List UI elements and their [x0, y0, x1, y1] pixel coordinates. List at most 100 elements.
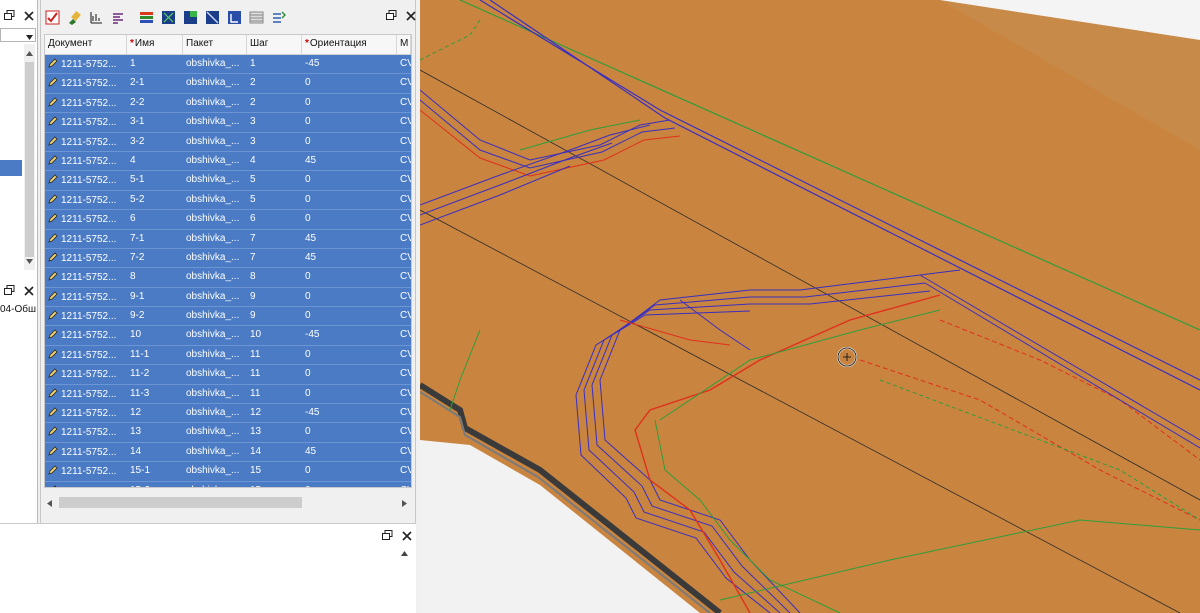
table-cell-name[interactable]: 14	[127, 443, 183, 461]
table-cell-name[interactable]: 7-2	[127, 249, 183, 267]
table-cell-step[interactable]: 11	[247, 365, 302, 383]
table-cell-m[interactable]: CV	[397, 462, 411, 480]
table-row[interactable]: 1211-5752... 3-1 obshivka_... 3 0 CV	[45, 113, 411, 133]
table-cell-doc[interactable]: 1211-5752...	[45, 268, 127, 286]
scroll-down-icon[interactable]	[26, 256, 33, 267]
table-cell-orient[interactable]: 0	[302, 307, 397, 325]
column-header[interactable]: *Имя	[127, 35, 183, 54]
table-cell-orient[interactable]: 0	[302, 462, 397, 480]
scroll-up-icon[interactable]	[401, 548, 408, 559]
table-cell-name[interactable]: 4	[127, 152, 183, 170]
table-cell-pkg[interactable]: obshivka_...	[183, 443, 247, 461]
table-cell-name[interactable]: 3-2	[127, 133, 183, 151]
table-cell-m[interactable]: CV	[397, 55, 411, 73]
3d-viewport[interactable]	[420, 0, 1200, 613]
table-cell-doc[interactable]: 1211-5752...	[45, 230, 127, 248]
left-tree-selected-item[interactable]	[0, 160, 22, 176]
color-bars-icon[interactable]	[138, 9, 155, 26]
close-icon[interactable]	[22, 9, 35, 22]
table-cell-doc[interactable]: 1211-5752...	[45, 326, 127, 344]
table-cell-step[interactable]: 2	[247, 94, 302, 112]
column-header[interactable]: Документ	[45, 35, 127, 54]
table-cell-m[interactable]: CV	[397, 404, 411, 422]
table-cell-orient[interactable]: 0	[302, 94, 397, 112]
table-cell-name[interactable]: 11-1	[127, 346, 183, 364]
table-cell-step[interactable]: 5	[247, 191, 302, 209]
table-cell-doc[interactable]: 1211-5752...	[45, 307, 127, 325]
restore-window-icon[interactable]	[381, 529, 394, 542]
close-icon[interactable]	[404, 9, 417, 22]
table-cell-pkg[interactable]: obshivka_...	[183, 307, 247, 325]
close-icon[interactable]	[22, 284, 35, 297]
table-cell-name[interactable]: 12	[127, 404, 183, 422]
table-cell-m[interactable]: CV	[397, 152, 411, 170]
table-row[interactable]: 1211-5752... 15-1 obshivka_... 15 0 CV	[45, 462, 411, 482]
table-cell-pkg[interactable]: obshivka_...	[183, 249, 247, 267]
table-cell-m[interactable]: CV	[397, 133, 411, 151]
table-row[interactable]: 1211-5752... 9-2 obshivka_... 9 0 CV	[45, 307, 411, 327]
table-cell-name[interactable]: 11-3	[127, 385, 183, 403]
table-cell-step[interactable]: 8	[247, 268, 302, 286]
table-cell-step[interactable]: 1	[247, 55, 302, 73]
table-cell-orient[interactable]: 0	[302, 268, 397, 286]
table-cell-name[interactable]: 15-1	[127, 462, 183, 480]
table-row[interactable]: 1211-5752... 7-1 obshivka_... 7 45 CV	[45, 229, 411, 249]
restore-window-icon[interactable]	[385, 9, 398, 22]
table-cell-doc[interactable]: 1211-5752...	[45, 443, 127, 461]
table-cell-doc[interactable]: 1211-5752...	[45, 365, 127, 383]
table-cell-m[interactable]: CV	[397, 385, 411, 403]
table-cell-m[interactable]: CV	[397, 346, 411, 364]
table-cell-pkg[interactable]: obshivka_...	[183, 288, 247, 306]
table-cell-step[interactable]: 14	[247, 443, 302, 461]
table-row[interactable]: 1211-5752... 1 obshivka_... 1 -45 CV	[45, 55, 411, 75]
table-cell-m[interactable]: CV	[397, 307, 411, 325]
table-cell-orient[interactable]: 0	[302, 171, 397, 189]
table-cell-orient[interactable]: 0	[302, 191, 397, 209]
table-cell-name[interactable]: 9-1	[127, 288, 183, 306]
table-cell-orient[interactable]: -45	[302, 55, 397, 73]
table-row[interactable]: 1211-5752... 5-2 obshivka_... 5 0 CV	[45, 190, 411, 211]
table-row[interactable]: 1211-5752... 13 obshivka_... 13 0 CV	[45, 423, 411, 443]
column-header[interactable]: Шаг	[247, 35, 302, 54]
table-cell-pkg[interactable]: obshivka_...	[183, 423, 247, 441]
table-cell-pkg[interactable]: obshivka_...	[183, 365, 247, 383]
table-cell-orient[interactable]: 0	[302, 74, 397, 92]
table-cell-m[interactable]: CV	[397, 288, 411, 306]
check-all-icon[interactable]	[44, 9, 61, 26]
table-cell-orient[interactable]: 0	[302, 288, 397, 306]
table-cell-doc[interactable]: 1211-5752...	[45, 249, 127, 267]
3d-model-view[interactable]	[420, 0, 1200, 613]
table-cell-m[interactable]: CV	[397, 74, 411, 92]
table-row[interactable]: 1211-5752... 12 obshivka_... 12 -45 CV	[45, 404, 411, 424]
table-row[interactable]: 1211-5752... 4 obshivka_... 4 45 CV	[45, 151, 411, 172]
table-cell-m[interactable]: CV	[397, 113, 411, 131]
table-cell-doc[interactable]: 1211-5752...	[45, 94, 127, 112]
scroll-right-icon[interactable]	[402, 499, 407, 510]
column-header[interactable]: Пакет	[183, 35, 247, 54]
table-cell-m[interactable]: CV	[397, 423, 411, 441]
table-cell-pkg[interactable]: obshivka_...	[183, 385, 247, 403]
table-cell-orient[interactable]: 0	[302, 133, 397, 151]
table-cell-pkg[interactable]: obshivka_...	[183, 268, 247, 286]
table-cell-orient[interactable]: 0	[302, 346, 397, 364]
table-cell-m[interactable]: CV	[397, 443, 411, 461]
table-cell-pkg[interactable]: obshivka_...	[183, 133, 247, 151]
table-cell-doc[interactable]: 1211-5752...	[45, 152, 127, 170]
table-cell-name[interactable]: 3-1	[127, 113, 183, 131]
table-cell-step[interactable]: 13	[247, 423, 302, 441]
table-row[interactable]: 1211-5752... 11-3 obshivka_... 11 0 CV	[45, 384, 411, 405]
table-cell-pkg[interactable]: obshivka_...	[183, 74, 247, 92]
table-cell-step[interactable]: 2	[247, 74, 302, 92]
left-vertical-scrollbar[interactable]	[24, 44, 35, 270]
table-cell-pkg[interactable]: obshivka_...	[183, 230, 247, 248]
table-cell-doc[interactable]: 1211-5752...	[45, 210, 127, 228]
table-row[interactable]: 1211-5752... 14 obshivka_... 14 45 CV	[45, 442, 411, 463]
table-cell-pkg[interactable]: obshivka_...	[183, 210, 247, 228]
table-cell-doc[interactable]: 1211-5752...	[45, 288, 127, 306]
table-cell-pkg[interactable]: obshivka_...	[183, 462, 247, 480]
table-cell-m[interactable]: CV	[397, 365, 411, 383]
table-cell-step[interactable]: 7	[247, 249, 302, 267]
table-horizontal-scrollbar[interactable]	[44, 494, 410, 511]
table-cell-step[interactable]: 9	[247, 307, 302, 325]
table-cell-pkg[interactable]: obshivka_...	[183, 152, 247, 170]
